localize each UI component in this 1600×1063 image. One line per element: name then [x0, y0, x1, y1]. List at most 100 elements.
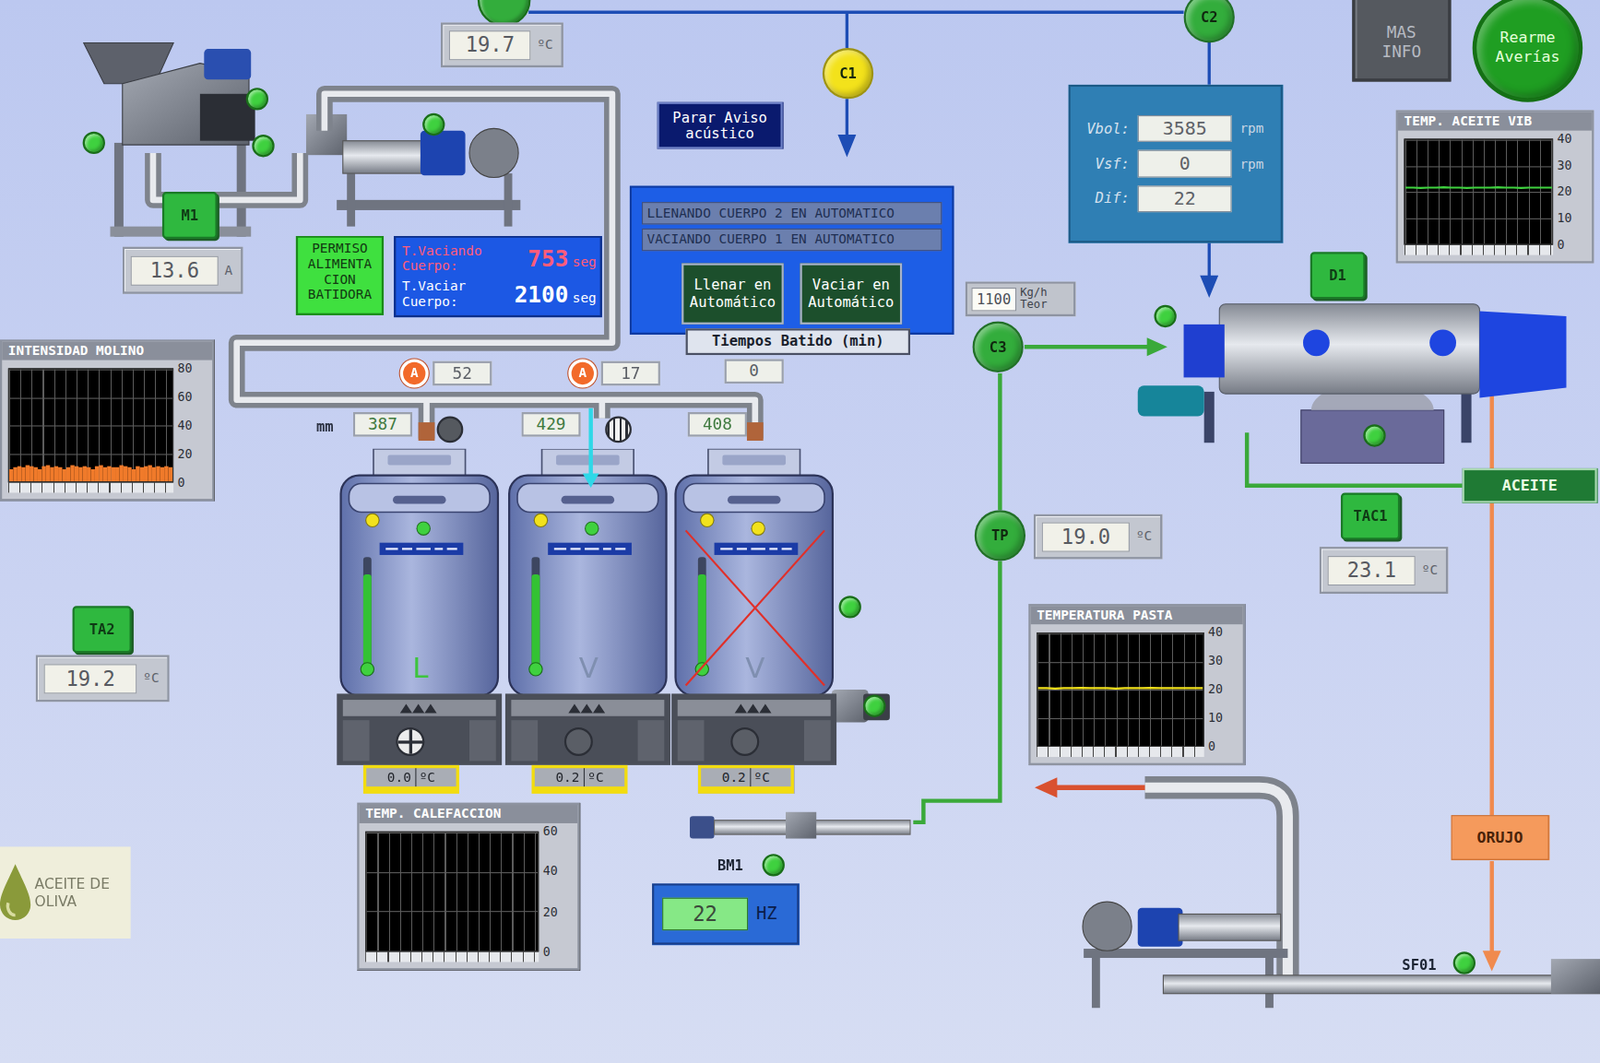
ta2-temperature-unit: ºC [142, 668, 159, 689]
chart-value-axis: 403020100 [1557, 138, 1589, 255]
beater-temperature-display: 0.0ºC [366, 768, 456, 787]
outlet-valve[interactable] [730, 727, 759, 757]
chart-plot [365, 831, 539, 953]
level-gauge [363, 557, 372, 670]
chart-tick: 60 [177, 390, 209, 404]
mixing-time-value: 17 [601, 361, 661, 387]
emptying-timer: T.Vaciando Cuerpo:753segT.Vaciar Cuerpo:… [393, 236, 603, 319]
chart-grid-line [1405, 217, 1553, 219]
auto-panel: LLENANDO CUERPO 2 EN AUTOMATICO VACIANDO … [629, 185, 955, 335]
valve[interactable]: C1 [822, 47, 874, 99]
chart-value-axis: 403020100 [1208, 632, 1239, 758]
ta2-tag: TA2 [72, 605, 132, 653]
mixing-time-value: 0 [724, 358, 784, 384]
valve[interactable]: TP [974, 509, 1026, 561]
level-gauge [698, 557, 707, 670]
chart-time-axis [8, 482, 174, 493]
olive-drop-icon [0, 862, 33, 924]
ta2-temperature-value: 19.2 [44, 663, 138, 694]
chart-time-axis [1036, 746, 1204, 758]
oil-outlet-label: ACEITE [1462, 468, 1598, 504]
cross-icon [671, 449, 837, 700]
reset-faults-button[interactable]: Rearme Averías [1472, 0, 1584, 103]
valve[interactable]: C3 [972, 321, 1024, 373]
inlet-valve[interactable] [604, 415, 632, 443]
thermobeater: A17429V0.2ºC [505, 449, 671, 802]
speed-value: 3585 [1137, 115, 1233, 143]
status-indicator [1362, 424, 1386, 447]
level-fill [531, 573, 540, 669]
level-value: 387 [353, 412, 413, 438]
more-info-button[interactable]: MAS INFO [1351, 0, 1451, 83]
outlet-valve[interactable] [564, 727, 593, 757]
oil-temperature-unit: ºC [1422, 560, 1438, 581]
speed-value: 0 [1137, 150, 1233, 178]
empty-auto-button[interactable]: Vaciar en Automático [800, 262, 903, 324]
chart-plot-area [365, 831, 539, 963]
pump-label: BM1 [717, 854, 744, 877]
level-fill [363, 573, 372, 669]
beater-mode: V [566, 652, 612, 685]
beater-mode: V [732, 652, 778, 685]
mixing-time: A17 [568, 358, 661, 388]
chart-bars [9, 369, 173, 483]
mill-current: 13.6A [122, 247, 244, 295]
stop-alarm-button[interactable]: Parar Aviso acústico [657, 102, 783, 150]
chart-grid-line [366, 950, 538, 952]
pomace-pump [1082, 787, 1600, 1008]
chart-plot [1036, 632, 1204, 747]
chart-time-axis [365, 951, 539, 962]
level-unit: mm [316, 415, 334, 438]
chart-body: 6040200 [365, 823, 574, 965]
ta2-temperature: 19.2ºC [35, 654, 170, 702]
auto-status-line: VACIANDO CUERPO 1 EN AUTOMATICO [641, 228, 942, 251]
pomace-outlet-label: ORUJO [1450, 815, 1549, 861]
chart-tick: 30 [1557, 158, 1589, 173]
oil-temperature-value: 23.1 [1327, 555, 1417, 585]
chart-plot-area [8, 367, 174, 493]
valve[interactable]: C2 [1184, 0, 1235, 43]
chart-grid-line [1037, 717, 1203, 719]
status-indicator [1153, 305, 1176, 328]
chart-grid-line [1037, 633, 1203, 635]
trend-chart: TEMP. ACEITE VIB403020100 [1396, 110, 1595, 264]
oil-temperature: 23.1ºC [1319, 546, 1448, 594]
level-dot [360, 662, 375, 676]
status-indicator [82, 131, 106, 155]
chart-grid-line [9, 425, 173, 427]
paste-temperature-unit: ºC [1136, 526, 1152, 547]
status-indicator [422, 113, 445, 136]
speed-label: Vbol: [1078, 118, 1130, 140]
chart-time-axis [1404, 245, 1554, 256]
speed-row: Vbol:3585rpm [1078, 115, 1273, 143]
speed-label: Dif: [1078, 188, 1130, 210]
chart-bar [168, 467, 173, 482]
auto-status-line: LLENANDO CUERPO 2 EN AUTOMATICO [641, 201, 942, 225]
beater-temperature: 0.2ºC [698, 765, 795, 795]
paste-temperature: 19.0ºC [1033, 514, 1162, 560]
hmi-screen: C1C2C3TP19.7ºCM113.6ATA219.2ºC19.0ºCTAC1… [0, 0, 1600, 1063]
beater-temp-value: 0.2 [722, 768, 747, 787]
inlet-valve[interactable] [437, 415, 464, 443]
frequency-value[interactable]: 22 [662, 898, 748, 931]
mill-current-unit: A [225, 260, 234, 281]
chart-tick: 40 [543, 865, 574, 879]
feed-permit: PERMISO ALIMENTACION BATIDORA [296, 236, 384, 316]
speed-value: 22 [1137, 185, 1233, 213]
status-dot [533, 513, 548, 528]
fill-auto-button[interactable]: Llenar en Automático [681, 262, 784, 324]
ambient-temperature-unit: ºC [536, 35, 553, 56]
beater-temp-value: 0.2 [555, 768, 580, 787]
chart-grid-line [366, 872, 538, 874]
chart-tick: 20 [1208, 682, 1239, 697]
chart-grid-line [1037, 746, 1203, 747]
beater-temp-unit: ºC [414, 768, 436, 787]
timer-value: 2100seg [514, 277, 597, 312]
chart-grid-line [1037, 689, 1203, 691]
chart-tick: 60 [543, 824, 574, 839]
brand-logo: ACEITE DE OLIVA [0, 846, 131, 939]
outlet-valve[interactable] [395, 727, 425, 757]
thermobeater: 0408V0.2ºC [671, 449, 837, 802]
status-dot [750, 521, 765, 535]
chart-tick: 80 [177, 361, 209, 376]
